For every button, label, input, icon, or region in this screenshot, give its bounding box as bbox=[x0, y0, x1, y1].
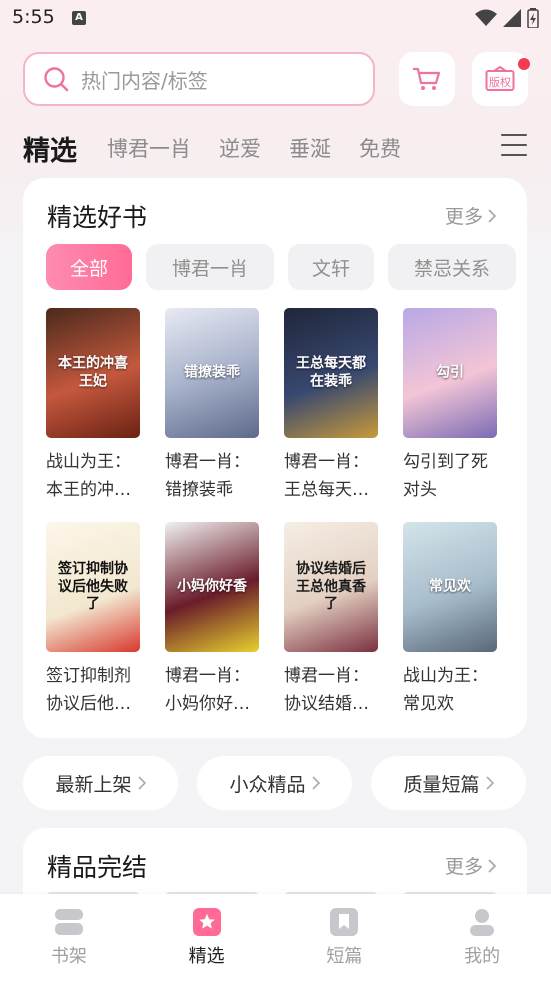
chevron-right-icon bbox=[137, 776, 146, 790]
book-item[interactable]: 常见欢 战山为王：常见欢 bbox=[403, 522, 497, 718]
featured-section: 精选好书 更多 全部 博君一肖 文轩 禁忌关系 本王的冲喜王妃 战山为王：本王的… bbox=[23, 178, 527, 738]
book-cover[interactable]: 本王的冲喜王妃 bbox=[46, 308, 140, 438]
cover-title: 错撩装乖 bbox=[184, 364, 240, 381]
quick-link-label: 质量短篇 bbox=[403, 773, 480, 796]
bottom-nav: 书架 精选 短篇 我的 bbox=[0, 894, 551, 981]
filter-bojunyixiao[interactable]: 博君一肖 bbox=[146, 244, 274, 290]
status-bar: 5:55 A bbox=[0, 0, 551, 40]
book-cover[interactable]: 常见欢 bbox=[403, 522, 497, 652]
search-input[interactable]: 热门内容/标签 bbox=[23, 52, 375, 106]
quick-link-label: 最新上架 bbox=[55, 773, 132, 796]
wifi-icon bbox=[475, 9, 497, 26]
quick-link-label: 小众精品 bbox=[229, 773, 306, 796]
section-title: 精品完结 bbox=[47, 853, 148, 882]
nav-label: 精选 bbox=[188, 946, 225, 967]
battery-icon bbox=[527, 8, 539, 28]
featured-star-icon bbox=[192, 908, 221, 936]
cart-icon bbox=[413, 67, 441, 90]
tab-free[interactable]: 免费 bbox=[359, 133, 401, 163]
book-cover[interactable]: 协议结婚后王总他真香了 bbox=[284, 522, 378, 652]
book-title[interactable]: 勾引到了死对头 bbox=[403, 448, 497, 504]
book-grid: 本王的冲喜王妃 战山为王：本王的冲… 错撩装乖 博君一肖：错撩装乖 王总每天都在… bbox=[46, 308, 497, 718]
book-cover[interactable]: 签订抑制协议后他失败了 bbox=[46, 522, 140, 652]
section-title: 精选好书 bbox=[47, 203, 148, 232]
chevron-right-icon bbox=[488, 858, 497, 873]
nav-short[interactable]: 短篇 bbox=[276, 894, 414, 981]
search-placeholder: 热门内容/标签 bbox=[81, 68, 208, 93]
niche-picks-button[interactable]: 小众精品 bbox=[197, 756, 352, 810]
cover-title: 王总每天都在装乖 bbox=[296, 355, 366, 390]
tab-chuixian[interactable]: 垂涎 bbox=[289, 133, 331, 163]
complete-more-link[interactable]: 更多 bbox=[445, 852, 497, 879]
book-item[interactable]: 本王的冲喜王妃 战山为王：本王的冲… bbox=[46, 308, 140, 504]
book-title[interactable]: 博君一肖：协议结婚… bbox=[284, 662, 378, 718]
more-label: 更多 bbox=[444, 856, 483, 878]
book-cover[interactable]: 王总每天都在装乖 bbox=[284, 308, 378, 438]
cover-title: 协议结婚后王总他真香了 bbox=[296, 560, 366, 612]
filter-all[interactable]: 全部 bbox=[46, 244, 132, 290]
cover-title: 常见欢 bbox=[429, 578, 471, 595]
notification-dot bbox=[518, 58, 530, 70]
book-cover[interactable]: 勾引 bbox=[403, 308, 497, 438]
nav-label: 我的 bbox=[464, 946, 501, 967]
book-item[interactable]: 勾引 勾引到了死对头 bbox=[403, 308, 497, 504]
book-item[interactable]: 错撩装乖 博君一肖：错撩装乖 bbox=[165, 308, 259, 504]
book-item[interactable]: 协议结婚后王总他真香了 博君一肖：协议结婚… bbox=[284, 522, 378, 718]
featured-more-link[interactable]: 更多 bbox=[445, 202, 497, 229]
category-tabs: 精选 博君一肖 逆爱 垂涎 免费 bbox=[23, 128, 429, 168]
book-title[interactable]: 博君一肖：王总每天… bbox=[284, 448, 378, 504]
nav-featured[interactable]: 精选 bbox=[138, 894, 276, 981]
quality-shorts-button[interactable]: 质量短篇 bbox=[371, 756, 526, 810]
cover-title: 签订抑制协议后他失败了 bbox=[58, 560, 128, 612]
quick-links: 最新上架 小众精品 质量短篇 bbox=[23, 756, 526, 810]
profile-icon bbox=[470, 909, 495, 936]
more-label: 更多 bbox=[444, 206, 483, 228]
chevron-right-icon bbox=[485, 776, 494, 790]
search-icon bbox=[44, 67, 69, 92]
status-time: 5:55 bbox=[12, 6, 55, 28]
copyright-button[interactable]: 版权 bbox=[472, 52, 530, 106]
status-icons bbox=[475, 8, 539, 28]
app-notification-icon: A bbox=[72, 11, 86, 25]
book-item[interactable]: 王总每天都在装乖 博君一肖：王总每天… bbox=[284, 308, 378, 504]
signal-icon bbox=[503, 9, 521, 27]
copyright-label: 版权 bbox=[489, 76, 511, 89]
nav-label: 短篇 bbox=[326, 946, 363, 967]
cover-title: 勾引 bbox=[436, 364, 464, 381]
filter-taboo[interactable]: 禁忌关系 bbox=[388, 244, 516, 290]
tab-featured[interactable]: 精选 bbox=[23, 129, 77, 168]
cart-button[interactable] bbox=[399, 52, 455, 106]
bookshelf-icon bbox=[54, 909, 83, 935]
book-title[interactable]: 博君一肖：小妈你好… bbox=[165, 662, 259, 718]
nav-label: 书架 bbox=[50, 946, 87, 967]
filter-wenxuan[interactable]: 文轩 bbox=[288, 244, 374, 290]
tab-niai[interactable]: 逆爱 bbox=[219, 133, 261, 163]
nav-profile[interactable]: 我的 bbox=[413, 894, 551, 981]
short-book-icon bbox=[330, 908, 359, 936]
nav-bookshelf[interactable]: 书架 bbox=[0, 894, 138, 981]
book-cover[interactable]: 错撩装乖 bbox=[165, 308, 259, 438]
tab-bojunyixiao[interactable]: 博君一肖 bbox=[107, 133, 191, 163]
chevron-right-icon bbox=[311, 776, 320, 790]
filter-chips: 全部 博君一肖 文轩 禁忌关系 bbox=[46, 244, 516, 290]
book-item[interactable]: 签订抑制协议后他失败了 签订抑制剂协议后他… bbox=[46, 522, 140, 718]
menu-icon[interactable] bbox=[501, 134, 527, 156]
cover-title: 小妈你好香 bbox=[177, 578, 247, 595]
book-title[interactable]: 签订抑制剂协议后他… bbox=[46, 662, 140, 718]
book-item[interactable]: 小妈你好香 博君一肖：小妈你好… bbox=[165, 522, 259, 718]
new-arrivals-button[interactable]: 最新上架 bbox=[23, 756, 178, 810]
book-title[interactable]: 战山为王：常见欢 bbox=[403, 662, 497, 718]
book-cover[interactable]: 小妈你好香 bbox=[165, 522, 259, 652]
chevron-right-icon bbox=[488, 208, 497, 223]
cover-title: 本王的冲喜王妃 bbox=[58, 355, 128, 390]
book-title[interactable]: 战山为王：本王的冲… bbox=[46, 448, 140, 504]
book-title[interactable]: 博君一肖：错撩装乖 bbox=[165, 448, 259, 504]
